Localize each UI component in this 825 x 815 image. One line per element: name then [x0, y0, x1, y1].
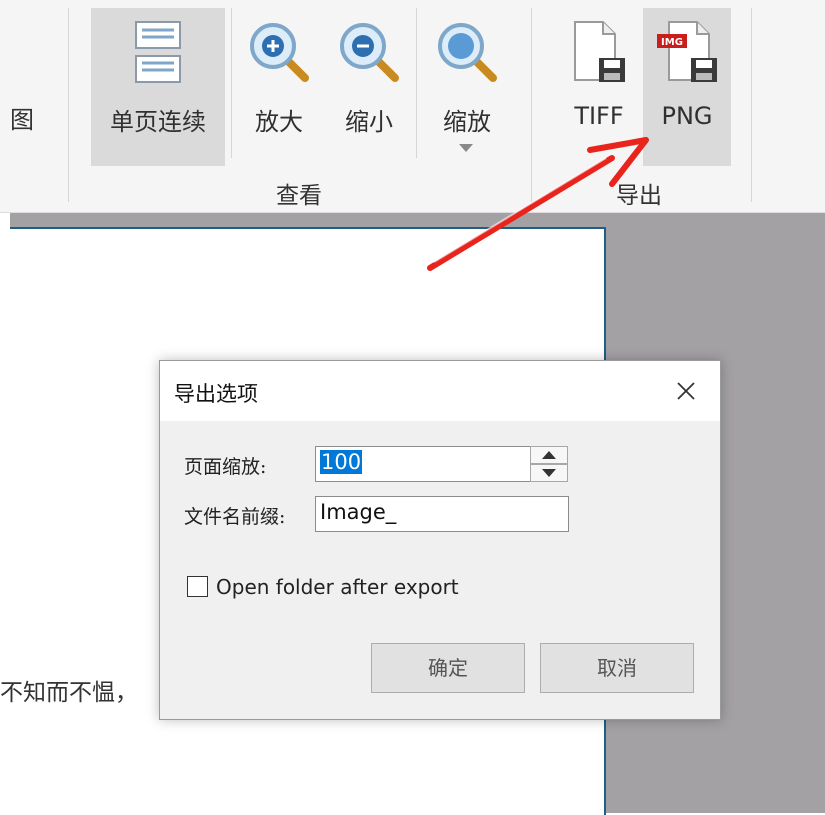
- close-icon[interactable]: [674, 379, 698, 403]
- ok-button[interactable]: 确定: [371, 643, 525, 693]
- dialog-titlebar: 导出选项: [160, 361, 720, 421]
- chevron-up-icon: [542, 451, 556, 459]
- cancel-button[interactable]: 取消: [540, 643, 694, 693]
- stepper-up-button[interactable]: [530, 446, 568, 464]
- open-folder-checkbox[interactable]: [187, 576, 208, 597]
- filename-prefix-label: 文件名前缀:: [184, 506, 286, 528]
- chevron-down-icon: [542, 469, 556, 477]
- page-zoom-stepper[interactable]: [530, 446, 568, 482]
- stepper-down-button[interactable]: [530, 464, 568, 482]
- page-zoom-value: 100: [320, 450, 363, 474]
- open-folder-label[interactable]: Open folder after export: [216, 575, 459, 599]
- dialog-title: 导出选项: [174, 382, 258, 406]
- page-zoom-input[interactable]: 100: [315, 446, 531, 482]
- page-zoom-label: 页面缩放:: [184, 456, 267, 478]
- filename-prefix-input[interactable]: Image_: [315, 496, 569, 532]
